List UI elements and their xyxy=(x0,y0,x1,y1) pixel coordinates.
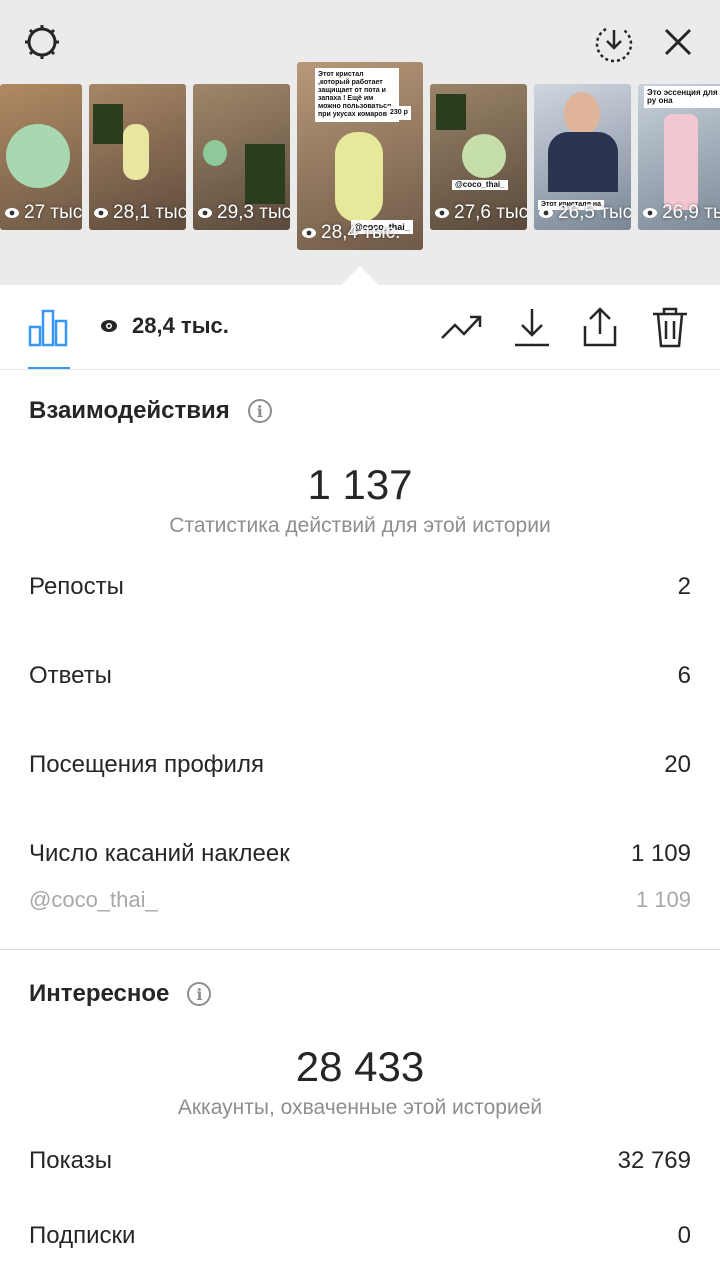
product-image xyxy=(203,140,227,166)
metric-row-follows: Подписки 0 xyxy=(29,1222,691,1250)
story-thumbnail[interactable]: 27 тыс. xyxy=(0,84,82,230)
discovery-total: 28 433 xyxy=(295,1043,425,1090)
story-views-total: 28,4 тыс. xyxy=(100,313,229,339)
metric-label: Репосты xyxy=(29,573,124,600)
interactions-total: 1 137 xyxy=(307,461,413,508)
bar-chart-icon[interactable] xyxy=(26,305,70,349)
person-clothing xyxy=(548,132,618,192)
person-image xyxy=(564,92,600,136)
share-icon[interactable] xyxy=(578,305,622,349)
metric-value: 1 109 xyxy=(635,887,691,912)
story-views: 27,6 тыс. xyxy=(434,202,527,224)
product-pack xyxy=(436,94,466,130)
story-views: 26,9 тыс. xyxy=(642,202,720,224)
product-pack xyxy=(245,144,285,204)
info-icon[interactable]: i xyxy=(247,399,272,423)
story-views: 27 тыс. xyxy=(4,202,82,224)
close-icon[interactable] xyxy=(654,18,702,66)
story-thumbnail[interactable]: @coco_thai_ 27,6 тыс. xyxy=(430,84,527,230)
metric-row-impressions: Показы 32 769 xyxy=(29,1147,691,1175)
metric-label: Посещения профиля xyxy=(29,751,264,778)
metric-row-reposts: Репосты 2 xyxy=(29,573,691,601)
eye-icon xyxy=(101,320,117,332)
interactions-title: Взаимодействия xyxy=(29,397,230,424)
active-tab-indicator xyxy=(28,367,70,369)
metric-value: 6 xyxy=(677,662,691,689)
story-views: 29,3 тыс. xyxy=(197,202,290,224)
download-icon[interactable] xyxy=(510,305,554,349)
metric-row-profile-visits: Посещения профиля 20 xyxy=(29,751,691,779)
discovery-heading: Интересное i xyxy=(29,980,212,1008)
trending-up-icon[interactable] xyxy=(440,305,484,349)
product-image xyxy=(664,114,698,210)
insights-sheet: 28,4 тыс. Взаимодействия i 1 137 Статист… xyxy=(0,285,720,1280)
story-price: 230 р xyxy=(387,106,411,120)
metric-row-replies: Ответы 6 xyxy=(29,662,691,690)
story-thumbnail[interactable]: Это эссенция для ру она 26,9 тыс. xyxy=(638,84,720,230)
story-preview-area: 27 тыс. 28,1 тыс. 29,3 тыс. Этот кристал… xyxy=(0,0,720,286)
product-pack xyxy=(93,104,123,144)
metric-value: 2 xyxy=(677,573,691,600)
metric-value: 1 109 xyxy=(630,840,691,867)
story-views: 28,4 тыс. xyxy=(301,222,400,244)
story-thumbnails: 27 тыс. 28,1 тыс. 29,3 тыс. Этот кристал… xyxy=(0,62,720,262)
trash-icon[interactable] xyxy=(648,305,692,349)
metric-label: Число касаний наклеек xyxy=(29,840,290,867)
product-image xyxy=(462,134,506,178)
story-views: 26,5 тыс. xyxy=(538,202,631,224)
discovery-title: Интересное xyxy=(29,980,170,1007)
gear-icon[interactable] xyxy=(18,18,66,66)
story-views: 28,1 тыс. xyxy=(93,202,186,224)
product-image xyxy=(123,124,149,180)
story-thumbnail[interactable]: Этот кристалл на 26,5 тыс. xyxy=(534,84,631,230)
metric-value: 20 xyxy=(664,751,691,778)
metric-value: 0 xyxy=(677,1222,691,1249)
story-thumbnail[interactable]: 29,3 тыс. xyxy=(193,84,290,230)
interactions-subtitle: Статистика действий для этой истории xyxy=(169,514,551,537)
interactions-heading: Взаимодействия i xyxy=(29,397,272,425)
story-mention: @coco_thai_ xyxy=(452,180,508,190)
discovery-subtitle: Аккаунты, охваченные этой историей xyxy=(177,1096,543,1119)
product-image xyxy=(335,132,383,222)
info-icon[interactable]: i xyxy=(187,982,212,1006)
story-caption: Это эссенция для ру она xyxy=(644,86,720,108)
metric-label: @coco_thai_ xyxy=(29,887,158,912)
metric-label: Подписки xyxy=(29,1222,136,1249)
insights-toolbar: 28,4 тыс. xyxy=(0,285,720,370)
product-image xyxy=(6,124,70,188)
metric-row-sticker-mention: @coco_thai_ 1 109 xyxy=(29,887,691,913)
download-circle-icon[interactable] xyxy=(590,18,638,66)
story-thumbnail-active[interactable]: Этот кристал ,который работает защищает … xyxy=(297,62,423,250)
metric-value: 32 769 xyxy=(617,1147,691,1174)
metric-row-sticker-taps: Число касаний наклеек 1 109 xyxy=(29,840,691,868)
story-thumbnail[interactable]: 28,1 тыс. xyxy=(89,84,186,230)
active-story-pointer xyxy=(340,266,380,286)
metric-label: Показы xyxy=(29,1147,112,1174)
metric-label: Ответы xyxy=(29,662,112,689)
section-divider xyxy=(0,949,720,950)
